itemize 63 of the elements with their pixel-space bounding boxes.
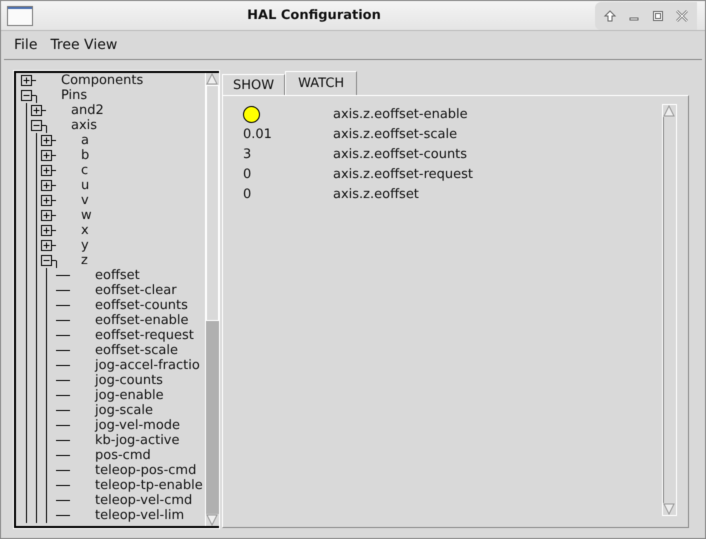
tree-item[interactable]: u [67,178,90,193]
tree-item[interactable]: axis [57,118,98,133]
tree-item[interactable]: teleop-pos-cmd [77,463,196,478]
tree-item[interactable]: eoffset-clear [77,283,177,298]
tree-item[interactable]: x [67,223,89,238]
tree-item[interactable]: eoffset-counts [77,298,188,313]
expand-icon[interactable] [41,180,52,191]
maximize-icon[interactable] [651,8,665,22]
arrow-up-icon[interactable] [603,8,617,22]
tree-item[interactable]: eoffset-scale [77,343,178,358]
tree-item[interactable]: jog-accel-fractio [77,358,200,373]
expand-icon[interactable] [41,225,52,236]
tree-item[interactable]: kb-jog-active [77,433,180,448]
pin-value: 0.01 [243,126,272,142]
collapse-icon[interactable] [41,255,52,266]
expand-icon[interactable] [41,195,52,206]
tree-item[interactable]: c [67,163,88,178]
expand-icon[interactable] [41,240,52,251]
expand-icon[interactable] [41,150,52,161]
tree-item[interactable]: eoffset-enable [77,313,189,328]
tab[interactable]: SHOW [222,74,286,95]
tree-item[interactable]: z [67,253,88,268]
tree-item[interactable]: and2 [57,103,104,118]
tree-item[interactable]: w [67,208,92,223]
tree-item[interactable]: eoffset [77,268,140,283]
pin-name: axis.z.eoffset [333,186,419,202]
pin-name: axis.z.eoffset-enable [333,106,468,122]
tree-item[interactable]: y [67,238,89,253]
tree-item[interactable]: jog-scale [77,403,154,418]
scrollbar-thumb[interactable] [206,85,219,321]
pin-name: axis.z.eoffset-request [333,166,474,182]
tree-item[interactable]: jog-vel-mode [77,418,180,433]
pin-value: 0 [243,166,252,182]
menu-item[interactable]: File [14,37,38,53]
expand-icon[interactable] [41,210,52,221]
tree-item[interactable]: teleop-vel-lim [77,508,184,523]
scrollbar[interactable] [205,73,219,526]
tab[interactable]: WATCH [285,71,358,95]
collapse-icon[interactable] [21,90,32,101]
tree-item[interactable]: v [67,193,89,208]
expand-icon[interactable] [21,75,32,86]
expand-icon[interactable] [41,135,52,146]
menu-item[interactable]: Tree View [50,37,118,53]
tree-item[interactable]: pos-cmd [77,448,151,463]
tree-item[interactable]: jog-enable [77,388,164,403]
tree-item[interactable]: a [67,133,89,148]
expand-icon[interactable] [31,105,42,116]
pin-name: axis.z.eoffset-scale [333,126,458,142]
tree-item[interactable]: Pins [47,88,88,103]
close-icon[interactable] [675,8,689,22]
window-icon [7,6,33,26]
tree-item[interactable]: b [67,148,90,163]
collapse-icon[interactable] [31,120,42,131]
pin-value: 0 [243,186,252,202]
pin-value: 3 [243,146,252,162]
pin-name: axis.z.eoffset-counts [333,146,468,162]
tree-item[interactable]: teleop-vel-cmd [77,493,192,508]
expand-icon[interactable] [41,165,52,176]
tree-item[interactable]: Components [47,73,144,88]
tree-item[interactable]: teleop-tp-enable [77,478,203,493]
tree-item[interactable]: eoffset-request [77,328,194,343]
tree-item[interactable]: jog-counts [77,373,163,388]
window-title: HAL Configuration [246,8,382,23]
